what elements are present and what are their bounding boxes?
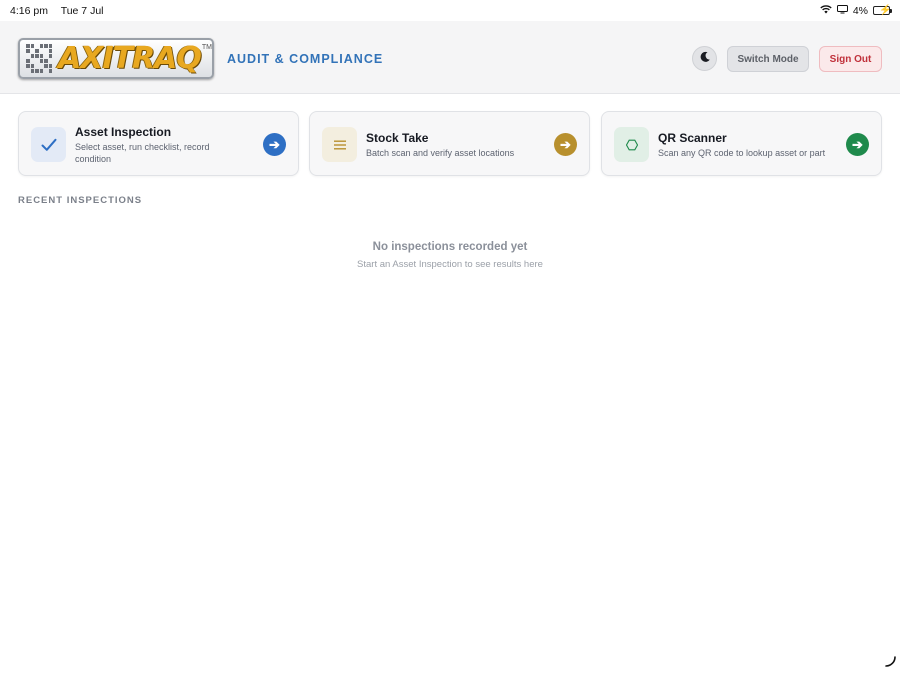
switch-mode-button[interactable]: Switch Mode <box>727 46 809 72</box>
screen-mirror-icon <box>836 4 848 17</box>
qr-logo-icon <box>26 43 53 74</box>
resize-corner-icon <box>884 654 896 670</box>
list-icon <box>322 127 357 162</box>
logo-wordmark: AXITRAQ <box>58 41 202 76</box>
empty-state-title: No inspections recorded yet <box>372 241 528 253</box>
battery-icon: ⚡ <box>873 5 892 16</box>
app-subtitle: AUDIT & COMPLIANCE <box>227 52 384 66</box>
status-bar: 4:16 pm Tue 7 Jul 4% ⚡ <box>0 0 900 21</box>
sign-out-button[interactable]: Sign Out <box>819 46 882 72</box>
logo-trademark: TM <box>201 44 212 51</box>
axitraq-logo: AXITRAQ TM <box>18 38 214 79</box>
empty-state-subtitle: Start an Asset Inspection to see results… <box>357 259 543 270</box>
card-title: Asset Inspection <box>75 125 172 139</box>
card-description: Scan any QR code to lookup asset or part <box>658 148 826 158</box>
asset-inspection-card[interactable]: Asset Inspection Select asset, run check… <box>18 111 299 176</box>
card-title: Stock Take <box>366 131 429 145</box>
check-icon <box>31 127 66 162</box>
moon-icon <box>699 50 711 68</box>
card-description: Batch scan and verify asset locations <box>366 148 515 158</box>
arrow-right-icon[interactable]: ➔ <box>263 133 286 156</box>
theme-toggle-button[interactable] <box>692 46 717 71</box>
app-header: AXITRAQ TM AUDIT & COMPLIANCE Switch Mod… <box>0 21 900 94</box>
qr-scanner-card[interactable]: QR Scanner Scan any QR code to lookup as… <box>601 111 882 176</box>
status-time: 4:16 pm <box>10 4 48 17</box>
stock-take-card[interactable]: Stock Take Batch scan and verify asset l… <box>309 111 590 176</box>
arrow-right-icon[interactable]: ➔ <box>554 133 577 156</box>
hexagon-icon <box>614 127 649 162</box>
card-title: QR Scanner <box>658 131 727 145</box>
recent-inspections-heading: RECENT INSPECTIONS <box>18 195 143 206</box>
card-description: Select asset, run checklist, record cond… <box>75 142 210 164</box>
arrow-right-icon[interactable]: ➔ <box>846 133 869 156</box>
status-date: Tue 7 Jul <box>60 4 104 17</box>
battery-percent: 4% <box>852 4 868 17</box>
wifi-icon <box>820 4 832 17</box>
